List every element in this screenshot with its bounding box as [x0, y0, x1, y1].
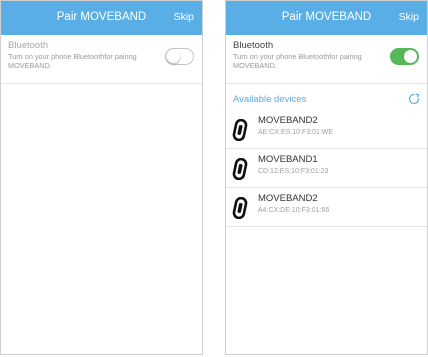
- available-devices-header: Available devices: [226, 84, 427, 110]
- band-icon: [232, 119, 248, 141]
- skip-button[interactable]: Skip: [399, 11, 419, 23]
- device-mac-address: AE:CX:ES:10:F3:01:WE: [258, 129, 334, 136]
- band-icon: [232, 197, 248, 219]
- page-title: Pair MOVEBAND: [56, 11, 147, 23]
- available-devices-label: Available devices: [233, 94, 307, 105]
- bluetooth-label: Bluetooth: [8, 40, 49, 51]
- device-name: MOVEBAND1: [258, 154, 318, 165]
- device-list-item[interactable]: MOVEBAND2 A4:CX:DE:10:F3:01:66: [226, 188, 427, 227]
- bluetooth-label: Bluetooth: [233, 40, 274, 51]
- header-bar: Pair MOVEBAND Skip: [226, 1, 427, 35]
- device-name: MOVEBAND2: [258, 193, 318, 204]
- device-list-item[interactable]: MOVEBAND2 AE:CX:ES:10:F3:01:WE: [226, 110, 427, 149]
- bluetooth-row: Bluetooth Turn on your phone Bluetoothfo…: [226, 35, 427, 84]
- device-mac-address: CD:12:ES:10:F3:01:23: [258, 168, 329, 175]
- device-mac-address: A4:CX:DE:10:F3:01:66: [258, 207, 330, 214]
- bluetooth-description: Turn on your phone Bluetoothfor pairing …: [233, 52, 362, 70]
- skip-button[interactable]: Skip: [174, 11, 194, 23]
- bluetooth-row: Bluetooth Turn on your phone Bluetoothfo…: [1, 35, 202, 84]
- toggle-knob: [404, 50, 417, 63]
- device-name: MOVEBAND2: [258, 115, 318, 126]
- bluetooth-toggle[interactable]: [165, 48, 194, 65]
- pair-screen-bluetooth-on: Pair MOVEBAND Skip Bluetooth Turn on you…: [225, 0, 428, 355]
- pair-screen-bluetooth-off: Pair MOVEBAND Skip Bluetooth Turn on you…: [0, 0, 203, 355]
- header-bar: Pair MOVEBAND Skip: [1, 1, 202, 35]
- toggle-knob: [167, 50, 180, 63]
- device-list-item[interactable]: MOVEBAND1 CD:12:ES:10:F3:01:23: [226, 149, 427, 188]
- refresh-icon[interactable]: [408, 93, 420, 105]
- bluetooth-description: Turn on your phone Bluetoothfor pairing …: [8, 52, 137, 70]
- page-title: Pair MOVEBAND: [281, 11, 372, 23]
- bluetooth-toggle[interactable]: [390, 48, 419, 65]
- band-icon: [232, 158, 248, 180]
